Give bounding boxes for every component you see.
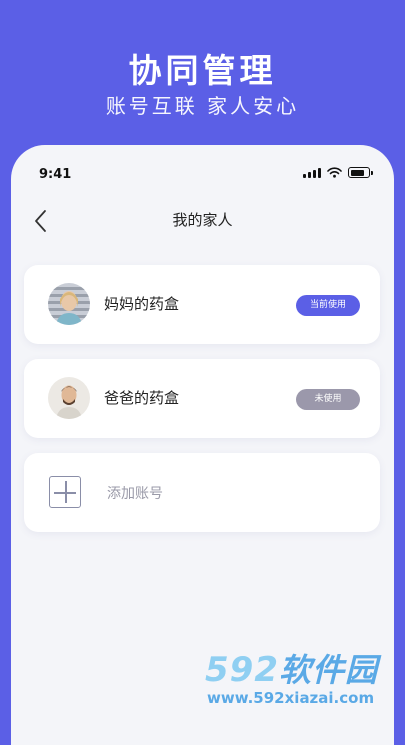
watermark-logo: 592软件园 bbox=[205, 645, 378, 691]
add-account-button[interactable]: 添加账号 bbox=[24, 453, 380, 532]
status-icons bbox=[303, 167, 373, 178]
avatar bbox=[48, 283, 90, 325]
family-card-dad[interactable]: 爸爸的药盒 未使用 bbox=[24, 359, 380, 438]
avatar bbox=[48, 377, 90, 419]
family-name: 爸爸的药盒 bbox=[104, 389, 180, 407]
nav-bar: 我的家人 bbox=[11, 201, 394, 241]
plus-icon bbox=[49, 476, 81, 508]
watermark-logo-text: 软件园 bbox=[278, 651, 378, 689]
family-card-mom[interactable]: 妈妈的药盒 当前使用 bbox=[24, 265, 380, 344]
hero-title: 协同管理 bbox=[128, 51, 277, 90]
status-badge[interactable]: 未使用 bbox=[296, 389, 360, 410]
family-name: 妈妈的药盒 bbox=[104, 295, 180, 313]
watermark: 592软件园 www.592xiazai.com bbox=[197, 643, 405, 720]
watermark-logo-numbers: 592 bbox=[205, 650, 279, 690]
hero-subtitle: 账号互联 家人安心 bbox=[105, 94, 300, 118]
page-title: 我的家人 bbox=[172, 211, 233, 229]
signal-icon bbox=[303, 167, 321, 178]
wifi-icon bbox=[327, 167, 342, 178]
status-bar: 9:41 bbox=[11, 145, 394, 201]
status-time: 9:41 bbox=[39, 167, 72, 182]
watermark-url: www.592xiazai.com bbox=[207, 689, 375, 707]
status-badge[interactable]: 当前使用 bbox=[296, 295, 360, 316]
battery-icon bbox=[348, 167, 373, 178]
add-account-label: 添加账号 bbox=[107, 486, 163, 502]
